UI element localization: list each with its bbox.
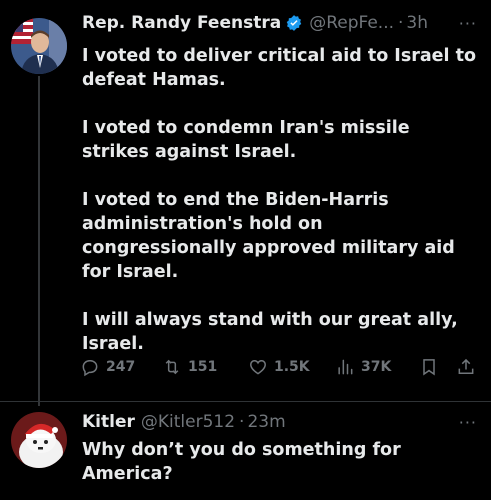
reply-count: 247 (106, 359, 136, 375)
avatar-feenstra[interactable] (11, 18, 67, 74)
bookmark-icon (423, 359, 435, 376)
reply-button[interactable]: 247 (80, 357, 135, 377)
reply-header: Kitler @Kitler512 · 23m (82, 411, 286, 433)
reply-text: Why don’t you do something for America? (82, 440, 407, 484)
more-icon[interactable]: ··· (459, 14, 477, 33)
views-count: 37K (361, 359, 392, 375)
repost-count: 151 (188, 359, 218, 375)
author-handle[interactable]: @RepFe... (309, 12, 394, 34)
share-button[interactable] (456, 357, 476, 381)
author-name[interactable]: Rep. Randy Feenstra (82, 12, 281, 34)
bookmark-button[interactable] (419, 357, 439, 381)
like-icon (250, 359, 266, 375)
like-button[interactable]: 1.5K (248, 357, 310, 377)
post-header: Rep. Randy Feenstra @RepFe... · 3h (82, 12, 428, 34)
reply-author-name[interactable]: Kitler (82, 411, 135, 433)
avatar-kitler-image (11, 412, 67, 468)
views-icon (338, 359, 353, 375)
reply-icon (82, 360, 98, 377)
repost-button[interactable]: 151 (162, 357, 217, 377)
action-bar: 247 151 1.5K 37K (80, 357, 480, 381)
avatar-kitler[interactable] (11, 412, 67, 468)
post-text: I voted to deliver critical aid to Israe… (82, 46, 477, 354)
verified-badge-icon (285, 14, 303, 32)
reply-more-icon[interactable]: ··· (459, 413, 477, 432)
share-icon (458, 358, 474, 374)
divider (0, 401, 491, 402)
post-time[interactable]: 3h (406, 12, 428, 34)
reply-time[interactable]: 23m (247, 411, 285, 433)
like-count: 1.5K (274, 359, 310, 375)
thread-line (38, 76, 40, 406)
views-button[interactable]: 37K (335, 357, 391, 377)
reply-dot-separator: · (239, 412, 245, 432)
dot-separator: · (398, 13, 404, 33)
repost-icon (165, 359, 179, 375)
reply-author-handle[interactable]: @Kitler512 (141, 411, 235, 433)
avatar-feenstra-image (11, 18, 67, 74)
